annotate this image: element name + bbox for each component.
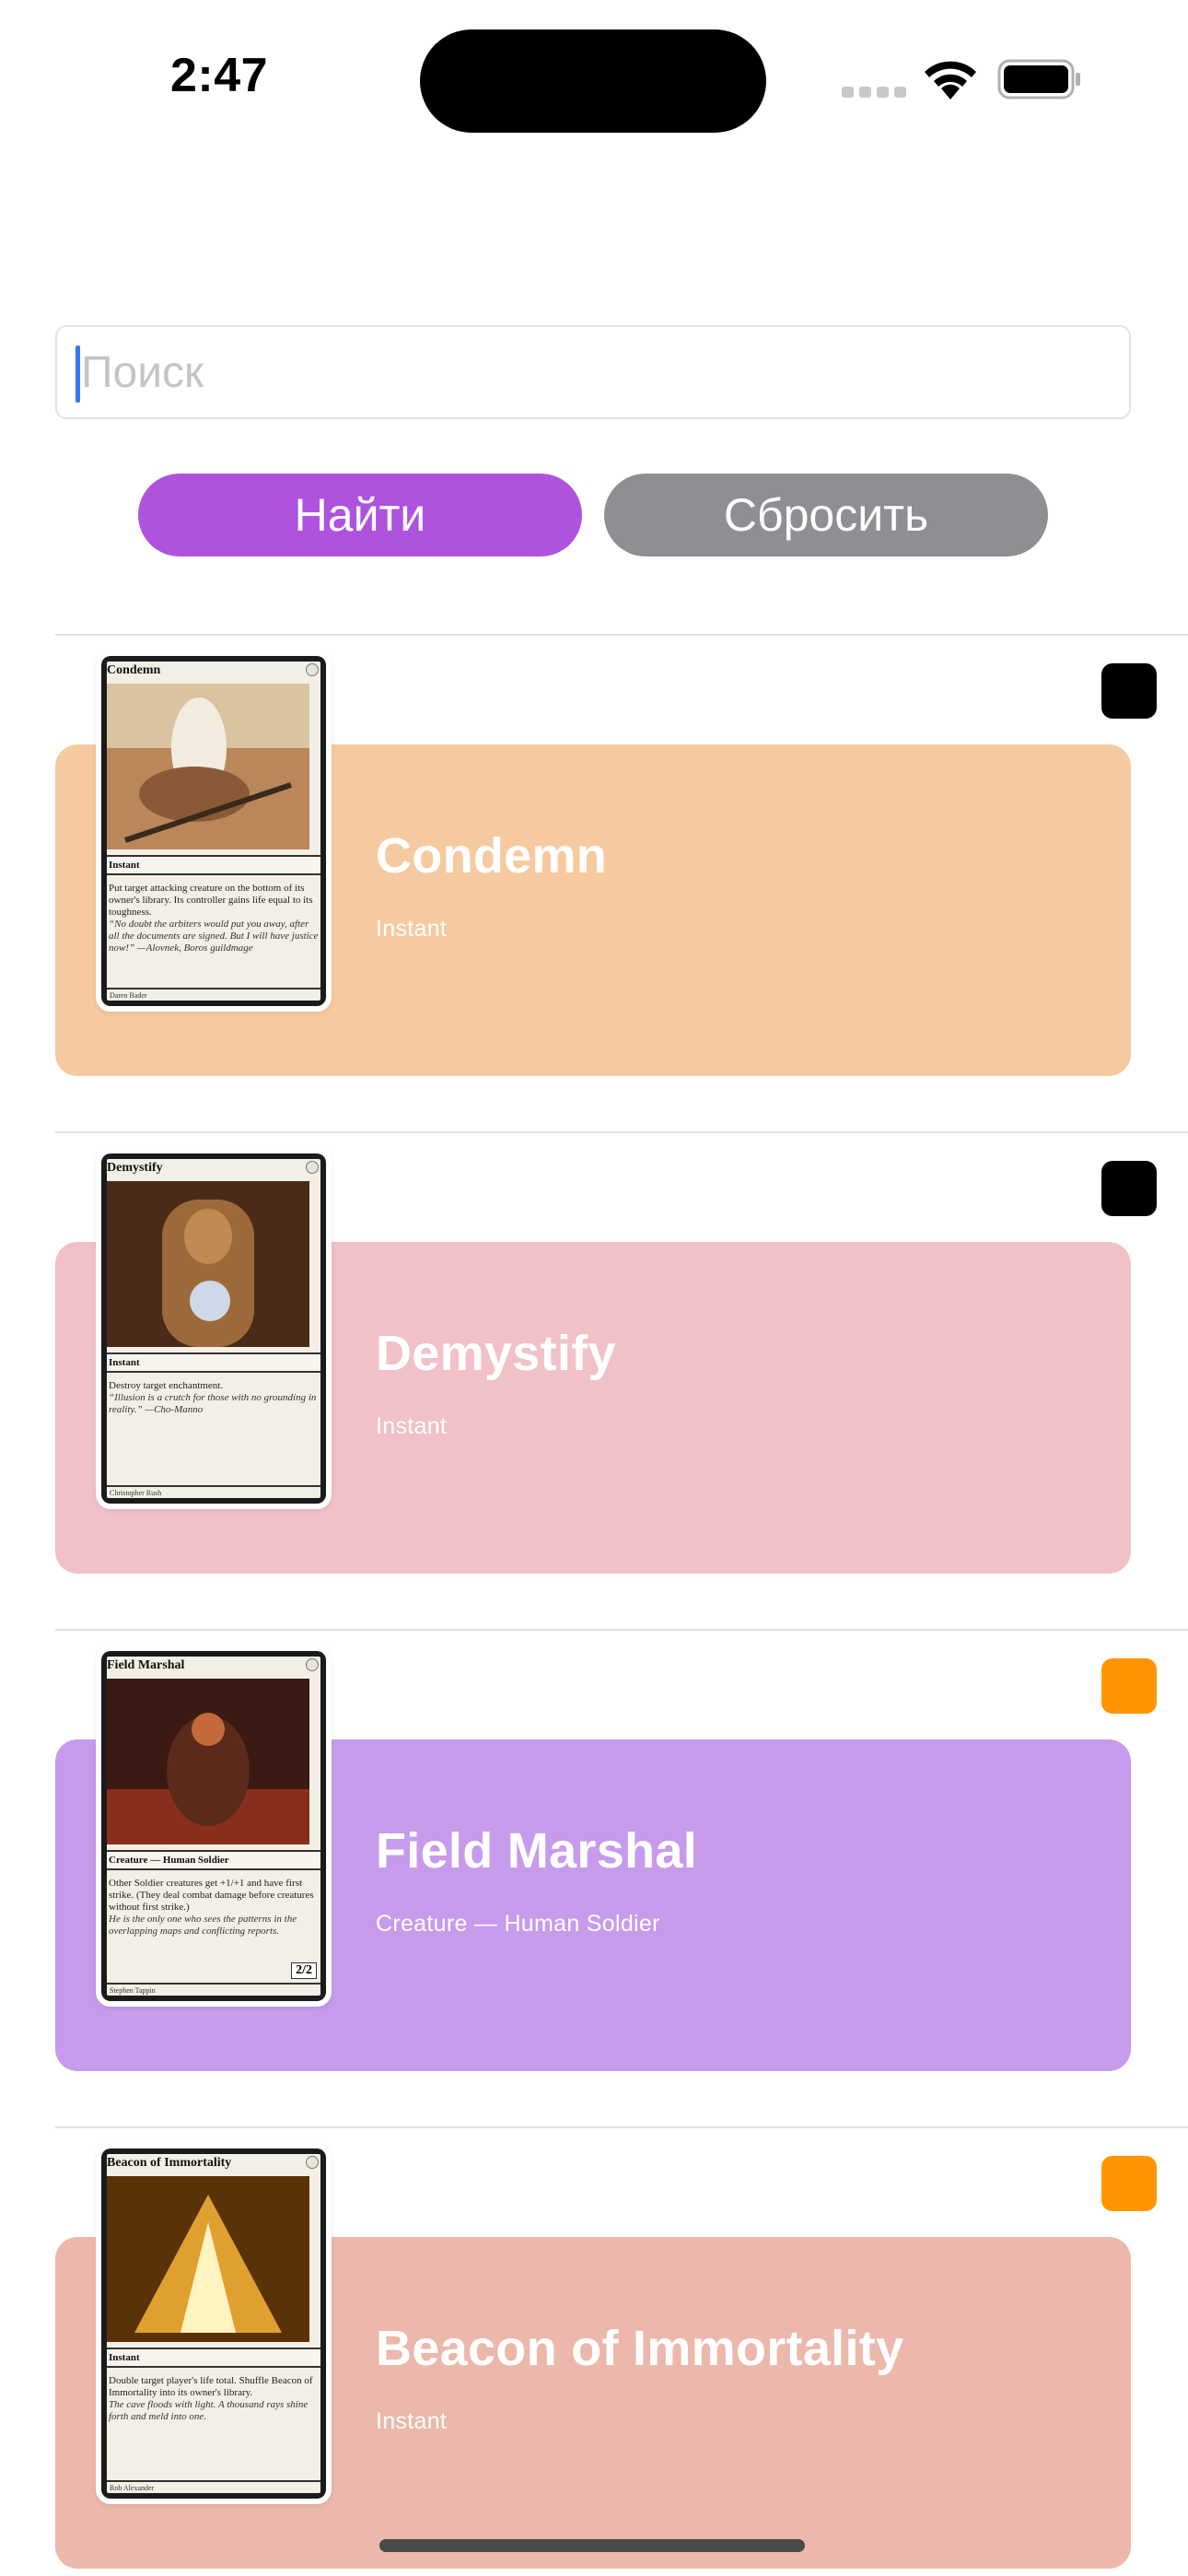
card-type: Instant: [376, 916, 448, 942]
card-name: Field Marshal: [376, 1823, 697, 1879]
battery-icon: [997, 59, 1080, 100]
find-button[interactable]: Найти: [138, 474, 582, 556]
mana-symbol-icon: [306, 1161, 319, 1174]
card-image: Condemn Instant Put target attacking cre…: [96, 650, 332, 1012]
card-image-type: Instant: [107, 855, 320, 875]
card-type: Instant: [376, 2408, 448, 2434]
card-image-text: Double target player's life total. Shuff…: [109, 2375, 319, 2423]
search-field[interactable]: [55, 325, 1131, 419]
card-artwork: [107, 1679, 309, 1844]
card-flavor-text: The cave floods with light. A thousand r…: [109, 2399, 309, 2422]
card-artist: Stephen Tappin: [107, 1983, 320, 1997]
card-flavor-text: “No doubt the arbiters would put you awa…: [109, 919, 319, 954]
card-artist: Daren Bader: [107, 988, 320, 1002]
card-image-type: Creature — Human Soldier: [107, 1850, 320, 1870]
card-flavor-text: He is the only one who sees the patterns…: [109, 1914, 297, 1937]
card-name: Demystify: [376, 1326, 616, 1381]
card-artwork: [107, 2176, 309, 2342]
card-flavor-text: “Illusion is a crutch for those with no …: [109, 1392, 317, 1415]
card-artist: Christopher Rush: [107, 1485, 320, 1500]
card-row[interactable]: Demystify Instant Destroy target enchant…: [0, 1131, 1188, 1629]
row-divider: [55, 634, 1188, 636]
card-image-type: Instant: [107, 2348, 320, 2368]
search-input[interactable]: [77, 327, 1109, 417]
card-name: Beacon of Immortality: [376, 2321, 904, 2376]
cellular-signal-icon: [842, 87, 906, 98]
card-rules-text: Other Soldier creatures get +1/+1 and ha…: [109, 1878, 314, 1913]
home-indicator[interactable]: [379, 2539, 805, 2552]
card-image: Beacon of Immortality Instant Double tar…: [96, 2143, 332, 2504]
row-divider: [55, 1131, 1188, 1133]
card-image-title: Field Marshal: [107, 1658, 185, 1672]
card-image-title: Beacon of Immortality: [107, 2156, 232, 2170]
card-image-text: Destroy target enchantment. “Illusion is…: [109, 1380, 319, 1416]
card-rules-text: Put target attacking creature on the bot…: [109, 883, 313, 918]
color-marker: [1101, 663, 1157, 719]
card-artist: Rob Alexander: [107, 2480, 320, 2495]
dynamic-island: [420, 29, 766, 133]
card-rules-text: Destroy target enchantment.: [109, 1380, 224, 1391]
color-marker: [1101, 1161, 1157, 1216]
card-image-text: Other Soldier creatures get +1/+1 and ha…: [109, 1878, 319, 1938]
card-image: Demystify Instant Destroy target enchant…: [96, 1148, 332, 1509]
card-artwork: [107, 1181, 309, 1347]
card-image-title: Condemn: [107, 663, 161, 677]
card-image-title: Demystify: [107, 1161, 163, 1175]
mana-symbol-icon: [306, 663, 319, 676]
wifi-icon: [925, 61, 976, 100]
color-marker: [1101, 2156, 1157, 2211]
card-rules-text: Double target player's life total. Shuff…: [109, 2375, 313, 2398]
card-row[interactable]: Field Marshal Creature — Human Soldier O…: [0, 1629, 1188, 2126]
card-name: Condemn: [376, 828, 608, 884]
card-type: Instant: [376, 1413, 448, 1439]
row-divider: [55, 1629, 1188, 1631]
card-image-type: Instant: [107, 1352, 320, 1373]
card-row[interactable]: Beacon of Immortality Instant Double tar…: [0, 2126, 1188, 2576]
card-row[interactable]: Condemn Instant Put target attacking cre…: [0, 634, 1188, 1131]
reset-button[interactable]: Сбросить: [604, 474, 1048, 556]
row-divider: [55, 2126, 1188, 2128]
status-time: 2:47: [170, 49, 269, 102]
mana-symbol-icon: [306, 2156, 319, 2169]
card-type: Creature — Human Soldier: [376, 1911, 660, 1937]
card-artwork: [107, 684, 309, 849]
mana-symbol-icon: [306, 1658, 319, 1671]
card-image: Field Marshal Creature — Human Soldier O…: [96, 1645, 332, 2007]
card-image-text: Put target attacking creature on the bot…: [109, 883, 319, 954]
color-marker: [1101, 1658, 1157, 1714]
power-toughness: 2/2: [291, 1962, 317, 1979]
